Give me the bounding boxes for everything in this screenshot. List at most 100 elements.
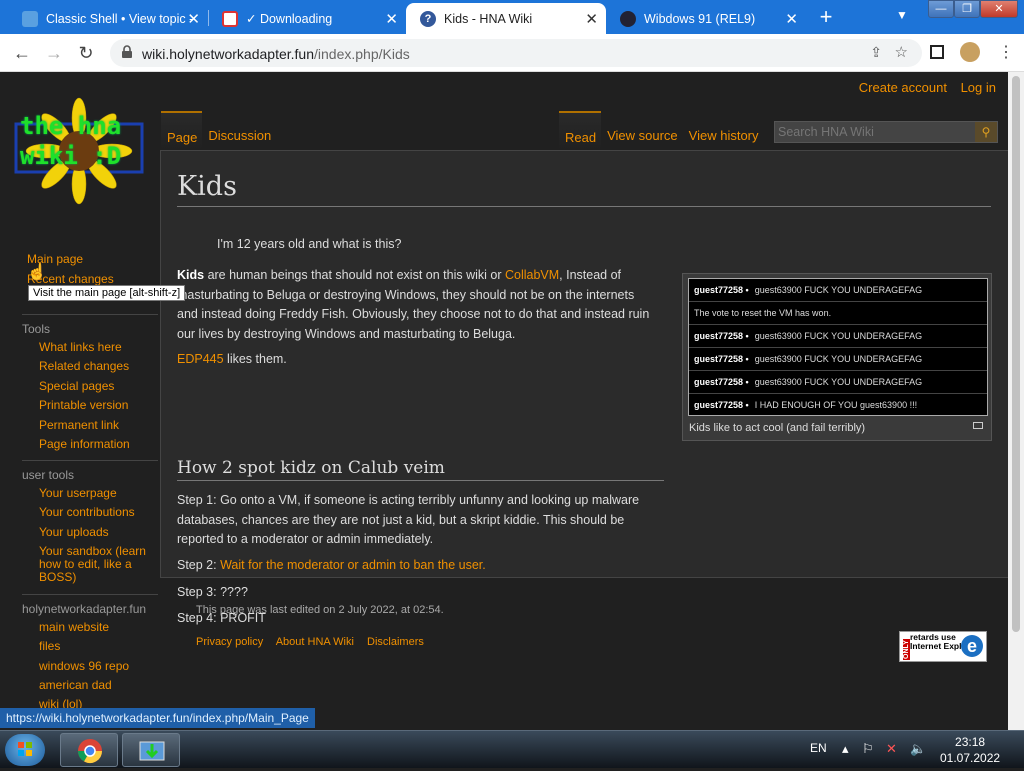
url-host: wiki.holynetworkadapter.fun <box>142 46 314 62</box>
sidebar-item-page-information[interactable]: Page information <box>39 438 155 451</box>
divider <box>22 594 158 595</box>
vertical-scrollbar[interactable] <box>1008 72 1024 730</box>
view-tabs: Read View source View history <box>559 111 764 150</box>
step-1: Step 1: Go onto a VM, if someone is acti… <box>177 493 640 546</box>
chat-user: guest77258 • <box>694 285 749 295</box>
tab-classic-shell[interactable]: Classic Shell • View topic - ✕ <box>8 3 208 34</box>
chrome-taskbar-button[interactable] <box>60 733 118 767</box>
namespace-tabs: Page Discussion <box>161 111 276 150</box>
share-icon[interactable]: ⇪ <box>870 44 882 61</box>
sidebar-item-american-dad[interactable]: american dad <box>39 679 155 692</box>
sidebar-item-contributions[interactable]: Your contributions <box>39 506 155 519</box>
volume-icon[interactable]: 🔈 <box>910 741 926 757</box>
chat-row: guest77258 • guest63900 FUCK YOU UNDERAGE… <box>689 279 987 302</box>
close-icon[interactable]: ✕ <box>187 10 200 28</box>
divider <box>22 460 158 461</box>
edp445-link[interactable]: EDP445 <box>177 352 224 366</box>
star-icon[interactable]: ☆ <box>895 43 908 61</box>
scrollbar-thumb[interactable] <box>1012 76 1020 632</box>
tab-strip: Classic Shell • View topic - ✕ ✓ Downloa… <box>0 0 1024 34</box>
close-icon[interactable]: ✕ <box>785 10 798 28</box>
sidebar-item-main-website[interactable]: main website <box>39 621 155 634</box>
chat-msg: I HAD ENOUGH OF YOU guest63900 !!! <box>754 400 918 410</box>
create-account-link[interactable]: Create account <box>859 80 947 95</box>
intro-text: I'm 12 years old and what is this? <box>217 237 402 251</box>
chat-row: guest77258 • guest63900 FUCK YOU UNDERAGE… <box>689 325 987 348</box>
system-clock[interactable]: 23:18 01.07.2022 <box>940 734 1000 766</box>
close-icon[interactable]: ✕ <box>585 10 598 28</box>
disclaimers-link[interactable]: Disclaimers <box>367 636 424 648</box>
search-input[interactable] <box>775 122 975 142</box>
sidebar-item-special-pages[interactable]: Special pages <box>39 380 155 393</box>
chat-user: guest77258 • <box>694 354 749 364</box>
forward-arrow-icon[interactable]: → <box>42 42 66 64</box>
close-window-button[interactable]: ✕ <box>980 0 1018 18</box>
tab-page[interactable]: Page <box>161 111 203 150</box>
tab-kids-hna-wiki[interactable]: ? Kids - HNA Wiki ✕ <box>406 3 606 34</box>
sidebar-item-windows96-repo[interactable]: windows 96 repo <box>39 660 155 673</box>
logo-text-line2: wiki :D <box>20 142 122 170</box>
tray-arrow-icon[interactable]: ▴ <box>842 741 849 757</box>
sidebar-item-sandbox[interactable]: Your sandbox (learn how to edit, like a … <box>39 545 155 584</box>
tab-discussion[interactable]: Discussion <box>202 111 276 150</box>
new-tab-button[interactable]: + <box>816 4 836 30</box>
sidebar-item-userpage[interactable]: Your userpage <box>39 487 155 500</box>
sidebar-icon[interactable] <box>930 45 944 59</box>
maximize-button[interactable]: ❐ <box>954 0 980 18</box>
question-icon: ? <box>420 10 436 27</box>
chat-msg: guest63900 FUCK YOU UNDERAGEFAG <box>754 377 923 387</box>
chat-row: guest77258 • I HAD ENOUGH OF YOU guest639… <box>689 394 987 417</box>
personal-tools: Create account Log in <box>849 80 996 95</box>
sidebar-item-printable-version[interactable]: Printable version <box>39 399 155 412</box>
sidebar-item-related-changes[interactable]: Related changes <box>39 360 155 373</box>
sidebar-item-permanent-link[interactable]: Permanent link <box>39 419 155 432</box>
site-logo[interactable]: the hna wiki :D <box>14 96 144 206</box>
paragraph-1: Kids are human beings that should not ex… <box>177 266 655 344</box>
sidebar-item-uploads[interactable]: Your uploads <box>39 526 155 539</box>
about-link[interactable]: About HNA Wiki <box>276 636 354 648</box>
reload-icon[interactable]: ↻ <box>74 42 98 64</box>
collabvm-link[interactable]: CollabVM <box>505 268 559 282</box>
chat-user: guest77258 • <box>694 331 749 341</box>
address-bar[interactable]: wiki.holynetworkadapter.fun/index.php/Ki… <box>110 39 922 67</box>
action-center-icon[interactable]: ⚐ <box>862 741 874 757</box>
back-arrow-icon[interactable]: ← <box>10 42 34 64</box>
tab-read[interactable]: Read <box>559 111 602 150</box>
minimize-button[interactable]: — <box>928 0 954 18</box>
taskbar: EN ▴ ⚐ ✕ 🔈 23:18 01.07.2022 <box>0 730 1024 768</box>
avatar[interactable] <box>960 42 980 62</box>
chat-msg: guest63900 FUCK YOU UNDERAGEFAG <box>754 331 923 341</box>
language-indicator[interactable]: EN <box>810 741 827 755</box>
tab-title: Kids - HNA Wiki <box>444 11 533 26</box>
last-edited-text: This page was last edited on 2 July 2022… <box>196 604 444 616</box>
tab-downloading[interactable]: ✓ Downloading ✕ <box>208 3 406 34</box>
tab-title: ✓ Downloading <box>246 12 333 26</box>
sidebar-item-files[interactable]: files <box>39 640 155 653</box>
sidebar-item-what-links-here[interactable]: What links here <box>39 341 155 354</box>
download-app-taskbar-button[interactable] <box>122 733 180 767</box>
search-icon[interactable]: ⚲ <box>975 122 997 142</box>
status-bar-url: https://wiki.holynetworkadapter.fun/inde… <box>0 708 315 728</box>
chat-screenshot[interactable]: guest77258 • guest63900 FUCK YOU UNDERAGE… <box>688 278 988 416</box>
text-span: likes them. <box>223 352 287 366</box>
network-icon[interactable]: ✕ <box>886 741 897 757</box>
page-title: Kids <box>177 171 991 207</box>
footer-links: Privacy policy About HNA Wiki Disclaimer… <box>196 636 434 648</box>
chevron-down-icon[interactable]: ▼ <box>896 8 908 22</box>
browser-toolbar: ← → ↻ wiki.holynetworkadapter.fun/index.… <box>0 34 1024 72</box>
internet-explorer-badge[interactable]: ONLY retards use Internet Explorer e <box>899 631 987 662</box>
web-page: the hna wiki :D Create account Log in Pa… <box>0 72 1008 730</box>
lock-icon[interactable] <box>120 45 134 59</box>
tab-wibdows-91[interactable]: Wibdows 91 (REL9) ✕ <box>606 3 806 34</box>
tab-view-source[interactable]: View source <box>601 111 683 150</box>
chat-row: The vote to reset the VM has won. <box>689 302 987 325</box>
tab-view-history[interactable]: View history <box>683 111 764 150</box>
login-link[interactable]: Log in <box>961 80 996 95</box>
privacy-policy-link[interactable]: Privacy policy <box>196 636 263 648</box>
close-icon[interactable]: ✕ <box>385 10 398 28</box>
magnify-icon[interactable] <box>973 422 983 429</box>
menu-dots-icon[interactable]: ⋮ <box>998 42 1014 62</box>
start-button[interactable] <box>5 734 45 766</box>
text-span: Step 2: <box>177 558 221 572</box>
step2-link[interactable]: Wait for the moderator or admin to ban t… <box>220 558 486 572</box>
